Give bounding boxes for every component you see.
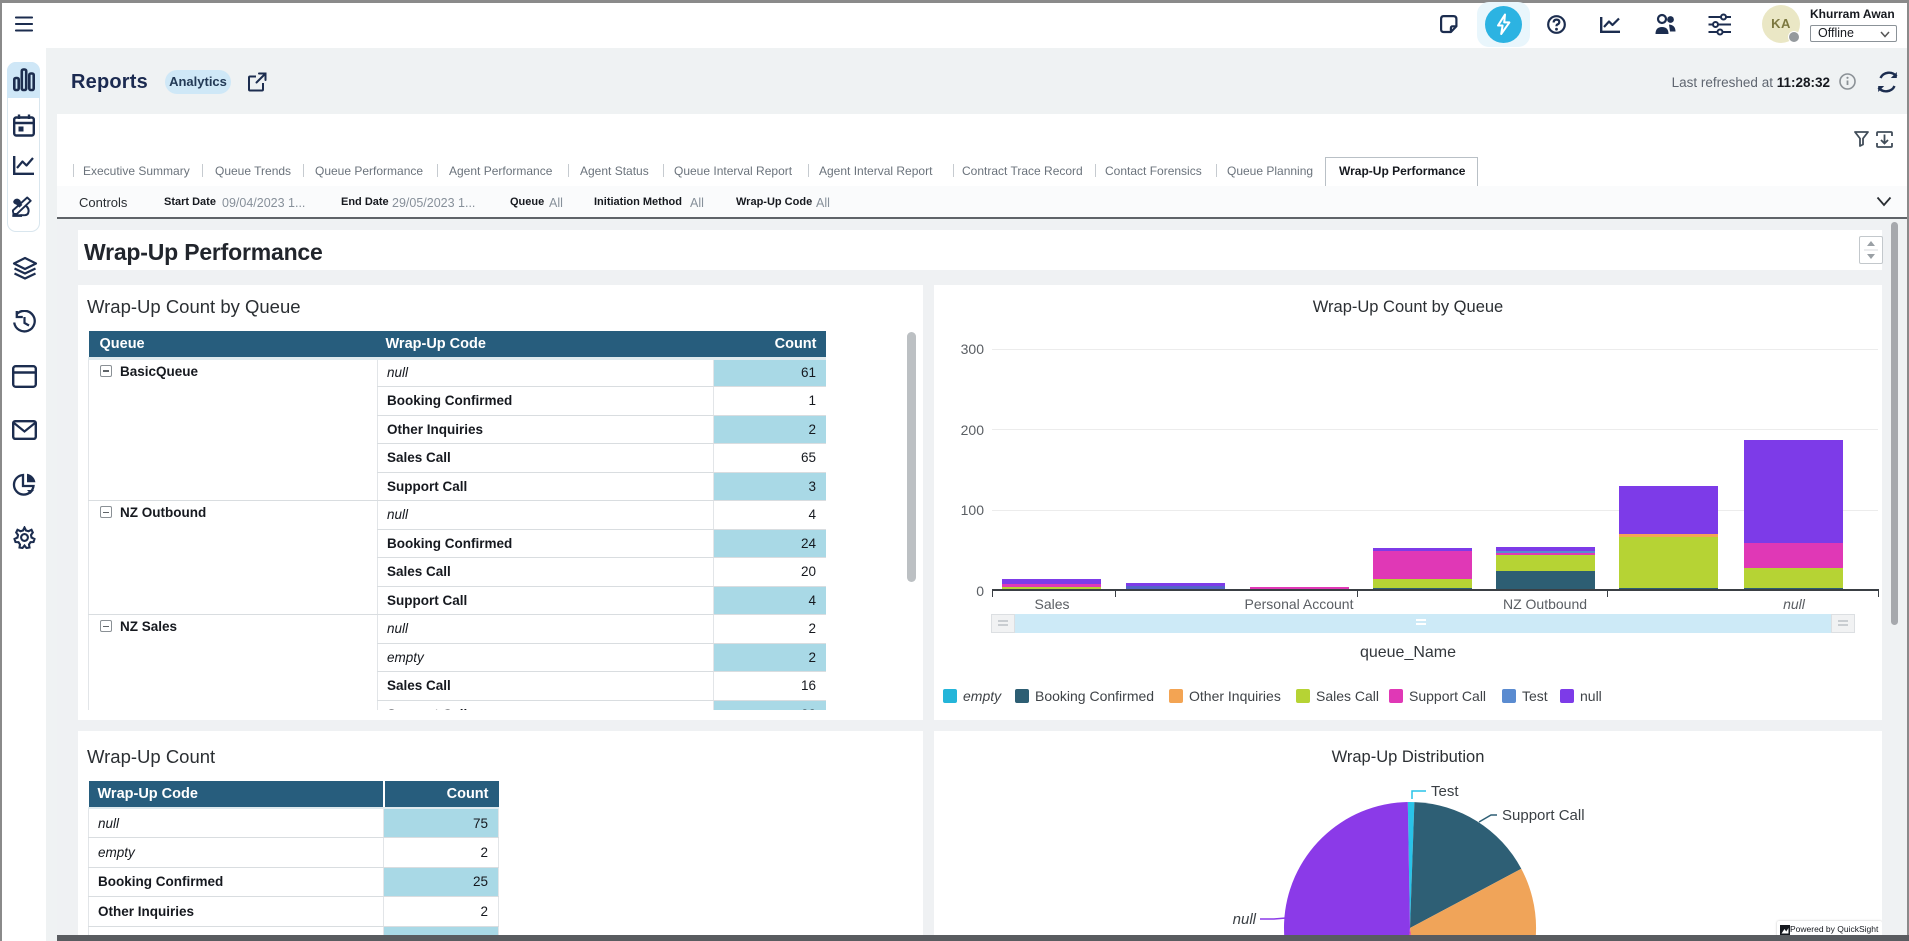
svg-text:Test: Test [1431, 783, 1459, 800]
svg-text:null: null [1233, 911, 1257, 928]
svg-text:Support Call: Support Call [1502, 807, 1585, 824]
